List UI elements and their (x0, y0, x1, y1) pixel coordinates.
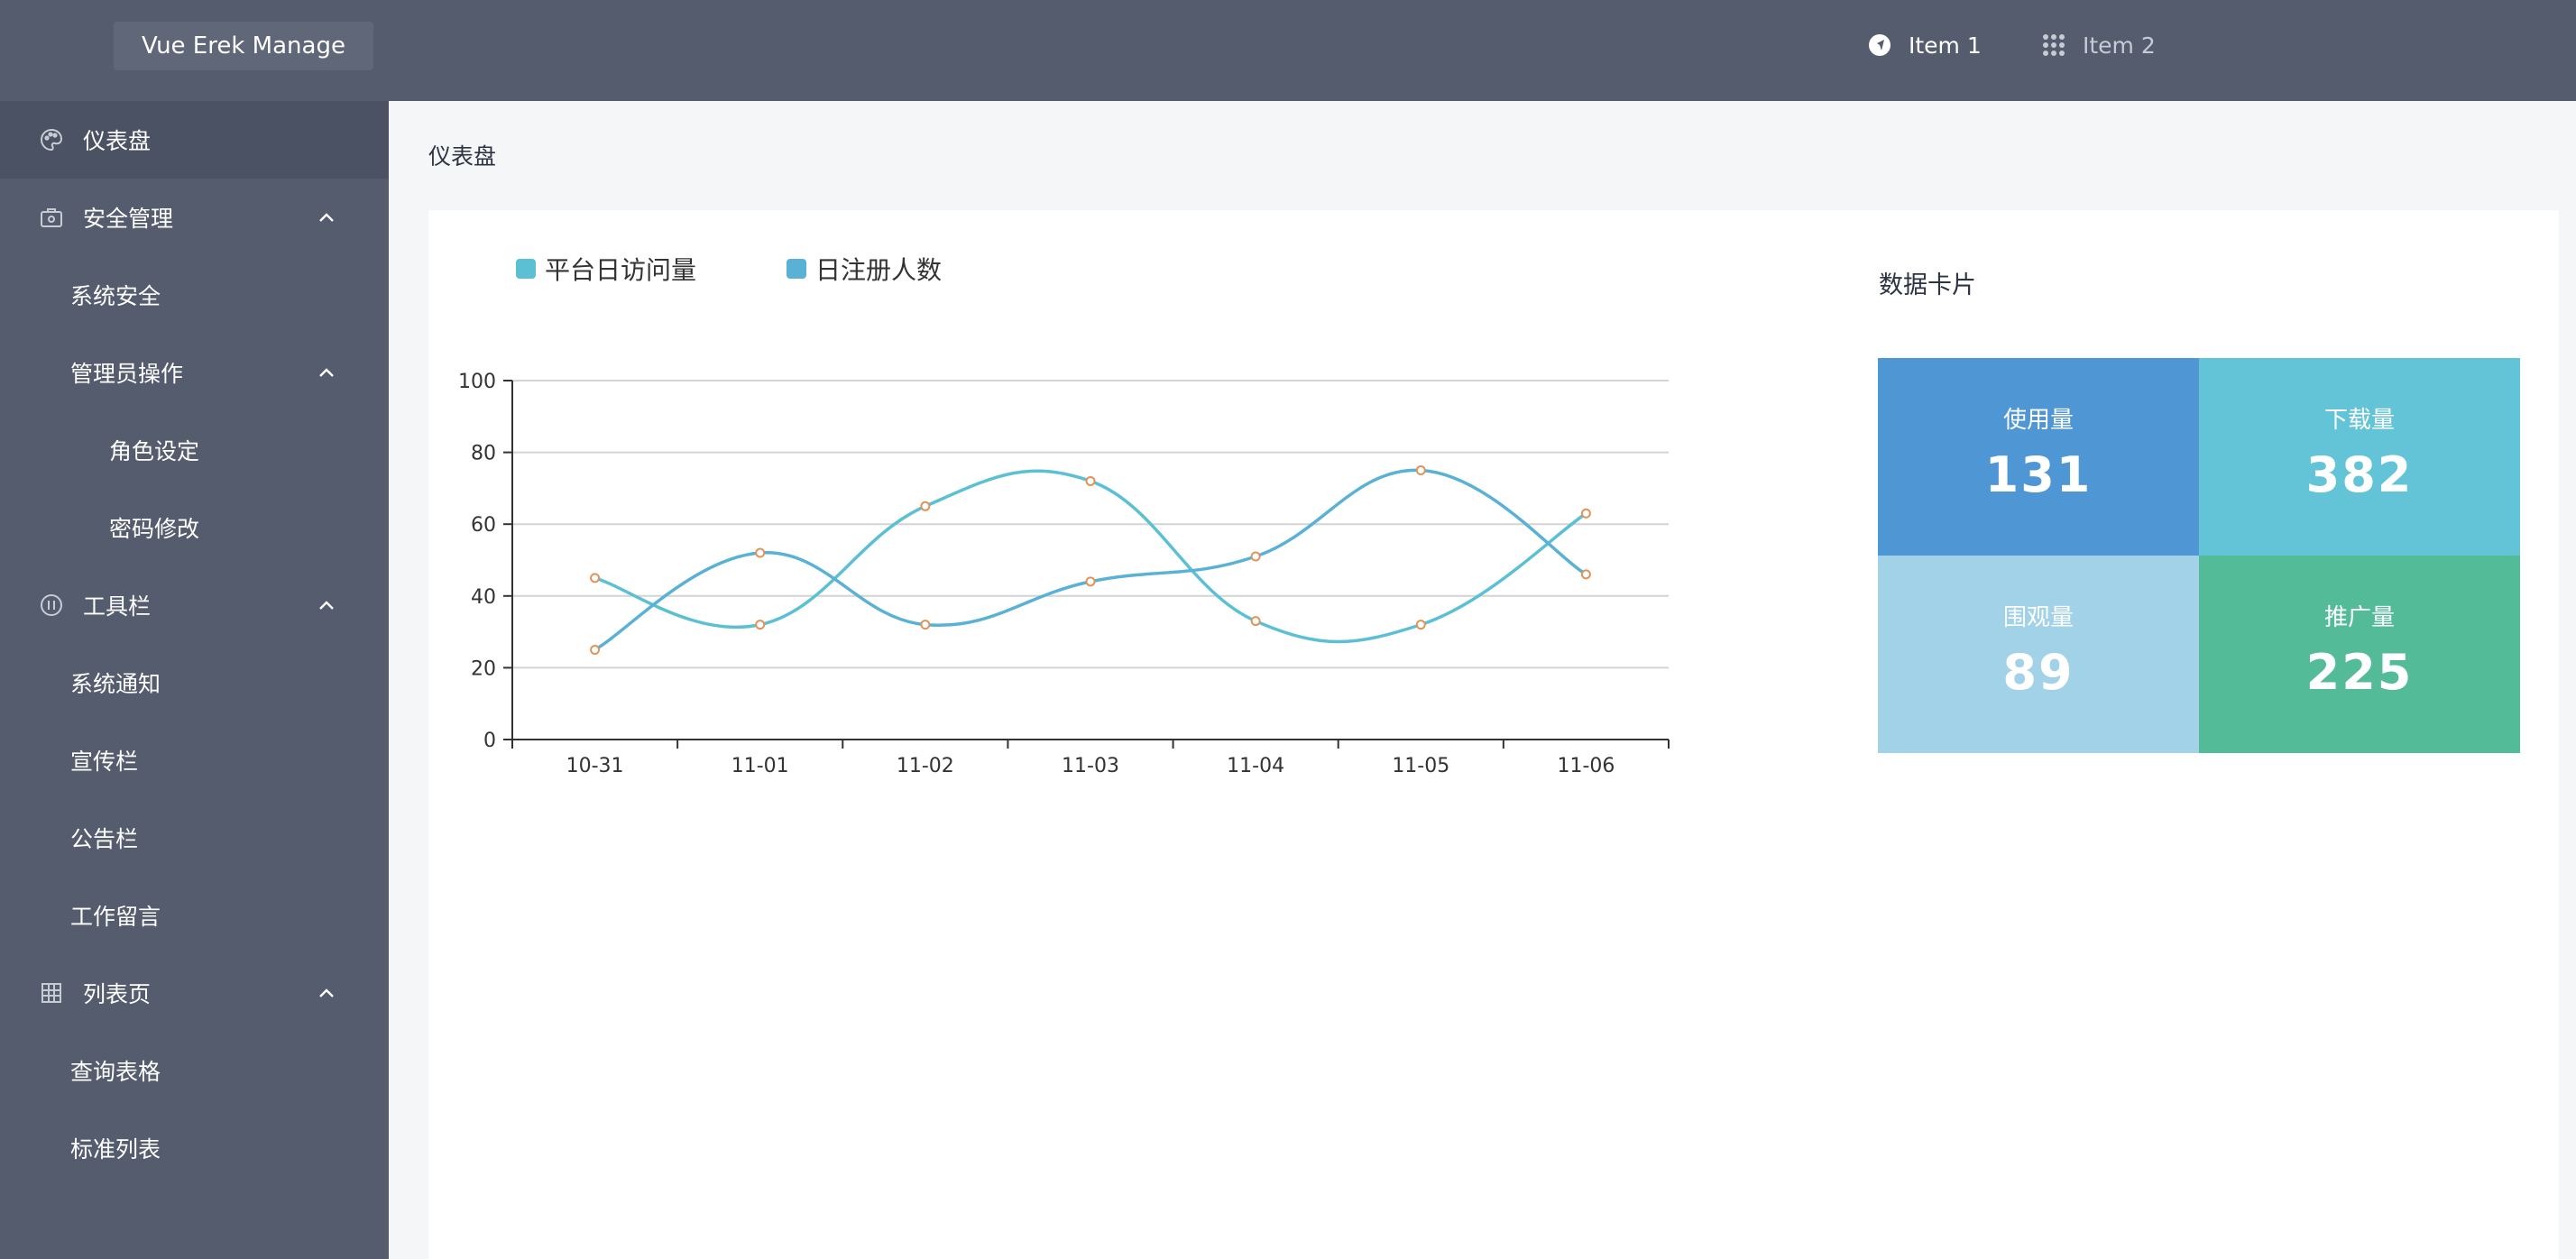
sidebar-item-label: 查询表格 (70, 1059, 161, 1085)
card-label: 围观量 (2002, 604, 2074, 631)
sidebar-item-label: 系统安全 (70, 283, 161, 309)
card-value: 89 (2002, 644, 2075, 701)
sidebar-item-label: 角色设定 (109, 438, 200, 464)
x-tick-label: 11-05 (1392, 755, 1449, 777)
data-point (1415, 620, 1426, 630)
y-tick-label: 80 (471, 443, 496, 465)
chevron-up-icon (316, 982, 337, 1004)
sidebar-item-toolbar[interactable]: 工具栏 (0, 566, 389, 644)
data-point (1085, 475, 1096, 486)
sidebar-item-label: 宣传栏 (70, 749, 139, 775)
data-point (590, 645, 601, 655)
y-tick-label: 20 (471, 657, 496, 680)
x-tick-label: 11-02 (897, 755, 954, 777)
sidebar-item-announcements[interactable]: 公告栏 (0, 799, 389, 877)
topnav-item-1-label: Item 1 (1909, 32, 1982, 59)
sidebar-item-label: 公告栏 (70, 826, 139, 852)
card-value: 382 (2305, 446, 2414, 503)
data-point (1250, 551, 1261, 562)
sidebar-item-system-security[interactable]: 系统安全 (0, 256, 389, 334)
data-point (1250, 616, 1261, 627)
card-value: 225 (2305, 644, 2414, 701)
sidebar-item-admin-ops[interactable]: 管理员操作 (0, 334, 389, 411)
sidebar-item-label: 仪表盘 (83, 128, 152, 154)
sidebar-item-label: 管理员操作 (70, 361, 184, 387)
sidebar-item-label: 标准列表 (70, 1136, 161, 1163)
lock-case-icon (40, 206, 63, 229)
y-tick-label: 100 (458, 371, 496, 393)
chevron-up-icon (316, 362, 337, 383)
app-title[interactable]: Vue Erek Manage (114, 22, 373, 70)
sidebar-item-label: 密码修改 (109, 516, 200, 542)
data-point (755, 547, 766, 558)
page-title: 仪表盘 (428, 143, 497, 170)
y-tick-label: 0 (483, 730, 496, 752)
x-tick-label: 11-06 (1557, 755, 1615, 777)
palette-icon (40, 128, 63, 152)
card-downloads[interactable]: 下载量 382 (2199, 358, 2520, 556)
data-point (920, 501, 931, 511)
data-point (755, 620, 766, 630)
sidebar-item-dashboard[interactable]: 仪表盘 (0, 101, 389, 179)
sidebar-item-security[interactable]: 安全管理 (0, 179, 389, 256)
sidebar-item-list-pages[interactable]: 列表页 (0, 954, 389, 1032)
data-point (1580, 508, 1591, 519)
sidebar-item-label: 工具栏 (83, 593, 152, 620)
card-label: 下载量 (2323, 407, 2395, 434)
cards-title: 数据卡片 (1879, 271, 1976, 299)
data-point (920, 620, 931, 630)
card-promotion[interactable]: 推广量 225 (2199, 556, 2520, 753)
card-value: 131 (1984, 446, 2093, 503)
y-tick-label: 40 (471, 586, 496, 609)
data-point (1580, 569, 1591, 580)
topnav-item-2-label: Item 2 (2083, 32, 2156, 59)
x-tick-label: 11-01 (731, 755, 789, 777)
sidebar-item-label: 系统通知 (70, 671, 161, 697)
sidebar-item-promo[interactable]: 宣传栏 (0, 721, 389, 799)
chevron-up-icon (316, 207, 337, 228)
top-bar: Vue Erek Manage Item 1 Item 2 (0, 0, 2576, 101)
grid-icon (40, 981, 63, 1005)
navigation-icon (1867, 32, 1892, 58)
sidebar-item-role-settings[interactable]: 角色设定 (0, 411, 389, 489)
y-tick-label: 60 (471, 514, 496, 537)
sidebar-item-password[interactable]: 密码修改 (0, 489, 389, 566)
data-point (1085, 576, 1096, 587)
sidebar-item-label: 安全管理 (83, 206, 174, 232)
sidebar-item-label: 列表页 (83, 981, 152, 1007)
card-label: 使用量 (2002, 407, 2074, 434)
data-point (590, 573, 601, 584)
series-line (593, 468, 1587, 652)
sidebar-item-work-messages[interactable]: 工作留言 (0, 877, 389, 954)
line-chart: 0 20 40 60 80 100 10-31 11-01 11-02 11-03 11-04 11-… (458, 371, 1670, 777)
card-label: 推广量 (2323, 604, 2395, 631)
sidebar-item-query-table[interactable]: 查询表格 (0, 1032, 389, 1109)
x-tick-label: 11-03 (1062, 755, 1119, 777)
card-usage[interactable]: 使用量 131 (1878, 358, 2199, 556)
legend-item-visits[interactable]: 平台日访问量 (516, 251, 696, 287)
legend-label: 平台日访问量 (545, 255, 697, 285)
legend-swatch (787, 259, 806, 279)
sidebar: 仪表盘 安全管理 系统安全 管理员操作 角色设定 密码修改 工具栏 系统通知 宣… (0, 101, 389, 1259)
topnav-item-1[interactable]: Item 1 (1867, 27, 1982, 63)
legend-swatch (516, 259, 536, 279)
apps-grid-icon (2041, 32, 2066, 58)
face-icon (40, 593, 63, 617)
legend-item-registrations[interactable]: 日注册人数 (787, 251, 942, 287)
sidebar-item-notifications[interactable]: 系统通知 (0, 644, 389, 721)
sidebar-item-standard-list[interactable]: 标准列表 (0, 1109, 389, 1187)
card-views[interactable]: 围观量 89 (1878, 556, 2199, 753)
x-tick-label: 10-31 (566, 755, 624, 777)
data-point (1415, 465, 1426, 475)
x-tick-label: 11-04 (1227, 755, 1284, 777)
topnav-item-2[interactable]: Item 2 (2041, 27, 2156, 63)
sidebar-item-label: 工作留言 (70, 904, 161, 930)
chevron-up-icon (316, 594, 337, 616)
legend-label: 日注册人数 (815, 255, 943, 285)
